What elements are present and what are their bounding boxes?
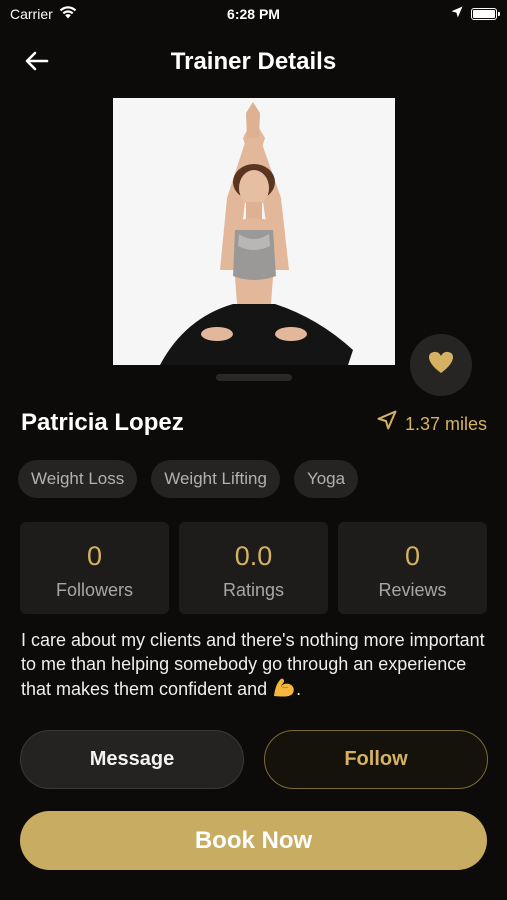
trainer-photo	[113, 98, 395, 365]
message-button[interactable]: Message	[20, 730, 244, 789]
location-arrow-icon	[451, 5, 463, 23]
favorite-button[interactable]	[410, 334, 472, 396]
navigation-arrow-icon	[377, 410, 397, 437]
follow-button[interactable]: Follow	[264, 730, 488, 789]
book-now-button[interactable]: Book Now	[20, 811, 487, 870]
battery-icon	[471, 8, 500, 20]
bio-end: .	[296, 679, 302, 699]
action-buttons: Message Follow	[20, 730, 488, 789]
page-title: Trainer Details	[170, 48, 337, 75]
tag-weight-loss: Weight Loss	[18, 460, 138, 498]
status-bar: Carrier 6:28 PM	[0, 0, 507, 28]
status-right	[451, 5, 500, 23]
trainer-bio: I care about my clients and there's noth…	[21, 628, 491, 704]
stat-reviews[interactable]: 0 Reviews	[338, 522, 487, 614]
flexed-biceps-icon	[272, 676, 296, 704]
tag-yoga: Yoga	[293, 460, 359, 498]
stats-row: 0 Followers 0.0 Ratings 0 Reviews	[20, 522, 487, 614]
stat-label: Followers	[55, 580, 134, 600]
distance-label: 1.37 miles	[404, 413, 487, 434]
stat-value: 0	[404, 541, 421, 571]
stat-value: 0.0	[234, 541, 273, 571]
specialty-tags: Weight Loss Weight Lifting Yoga	[18, 460, 359, 498]
distance-info: 1.37 miles	[377, 410, 487, 437]
status-time: 6:28 PM	[227, 6, 280, 22]
photo-scroll-indicator[interactable]	[216, 374, 292, 381]
stat-label: Ratings	[222, 580, 285, 600]
stat-ratings[interactable]: 0.0 Ratings	[179, 522, 328, 614]
trainer-name: Patricia Lopez	[21, 409, 184, 436]
stat-followers[interactable]: 0 Followers	[20, 522, 169, 614]
stat-value: 0	[86, 541, 103, 571]
heart-icon	[428, 351, 454, 379]
nav-bar: Trainer Details	[0, 40, 507, 84]
stat-label: Reviews	[378, 580, 447, 600]
bio-text: I care about my clients and there's noth…	[21, 630, 485, 699]
tag-weight-lifting: Weight Lifting	[151, 460, 280, 498]
